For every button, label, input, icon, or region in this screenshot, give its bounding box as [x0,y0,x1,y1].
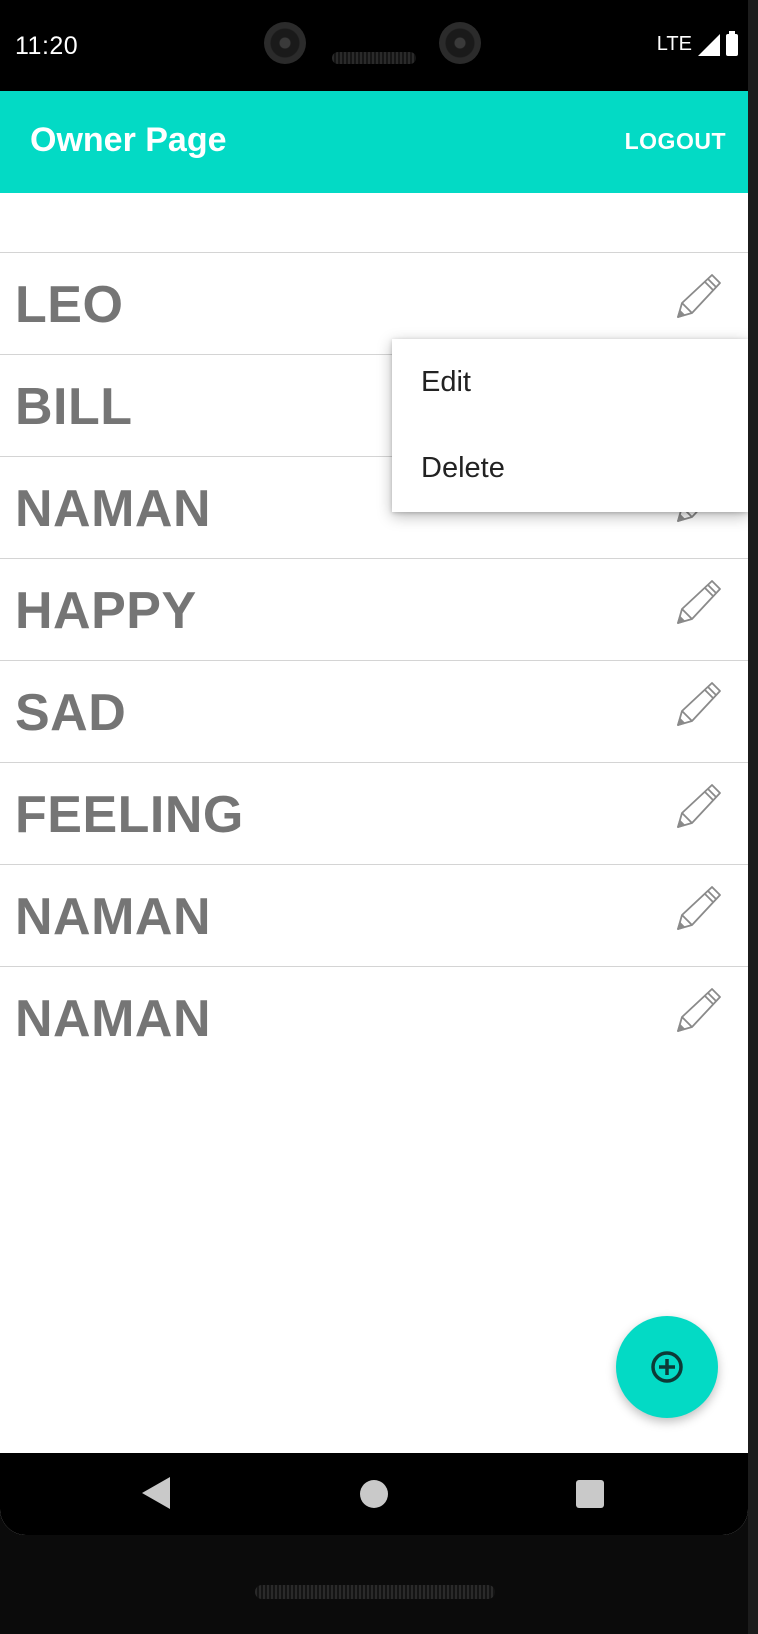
list-item[interactable]: HAPPY [0,558,748,660]
list-item[interactable]: NAMAN [0,864,748,966]
back-triangle-icon[interactable] [142,1477,170,1509]
item-name: LEO [15,276,124,334]
camera-notch [236,0,510,88]
item-name: NAMAN [15,888,212,946]
pencil-icon[interactable] [672,983,726,1037]
app-bar: Owner Page LOGOUT [0,91,748,193]
front-camera-icon [439,22,481,64]
navigation-bar [0,1453,748,1535]
status-time: 11:20 [15,32,79,60]
front-camera-icon [264,22,306,64]
bottom-speaker-grille [255,1585,495,1599]
pencil-icon[interactable] [672,881,726,935]
item-name: NAMAN [15,990,212,1048]
logout-button[interactable]: LOGOUT [625,128,726,155]
battery-full-icon [726,30,738,56]
network-label: LTE [656,33,692,55]
pencil-icon[interactable] [672,677,726,731]
earpiece-speaker [332,52,416,64]
menu-item-delete[interactable]: Delete [392,425,748,511]
screen: 11:20 LTE Owner Page LOGOUT LEO BILL NAMAN… [0,0,748,1535]
home-circle-icon[interactable] [360,1480,388,1508]
item-name: SAD [15,684,127,742]
popup-menu: Edit Delete [392,339,748,512]
item-name: BILL [15,378,133,436]
list-item[interactable]: NAMAN [0,966,748,1068]
add-button[interactable] [616,1316,718,1418]
add-circle-icon [651,1351,683,1383]
menu-item-edit[interactable]: Edit [392,339,748,425]
item-name: HAPPY [15,582,197,640]
list-item[interactable]: FEELING [0,762,748,864]
list-item[interactable]: SAD [0,660,748,762]
pencil-icon[interactable] [672,779,726,833]
status-icons: LTE [656,30,738,56]
page-title: Owner Page [30,121,227,159]
device-frame: 11:20 LTE Owner Page LOGOUT LEO BILL NAMAN… [0,0,758,1634]
item-name: FEELING [15,786,244,844]
recents-square-icon[interactable] [576,1480,604,1508]
item-name: NAMAN [15,480,212,538]
cell-signal-icon [698,33,720,56]
device-edge [748,0,758,1634]
pencil-icon[interactable] [672,575,726,629]
pencil-icon[interactable] [672,269,726,323]
